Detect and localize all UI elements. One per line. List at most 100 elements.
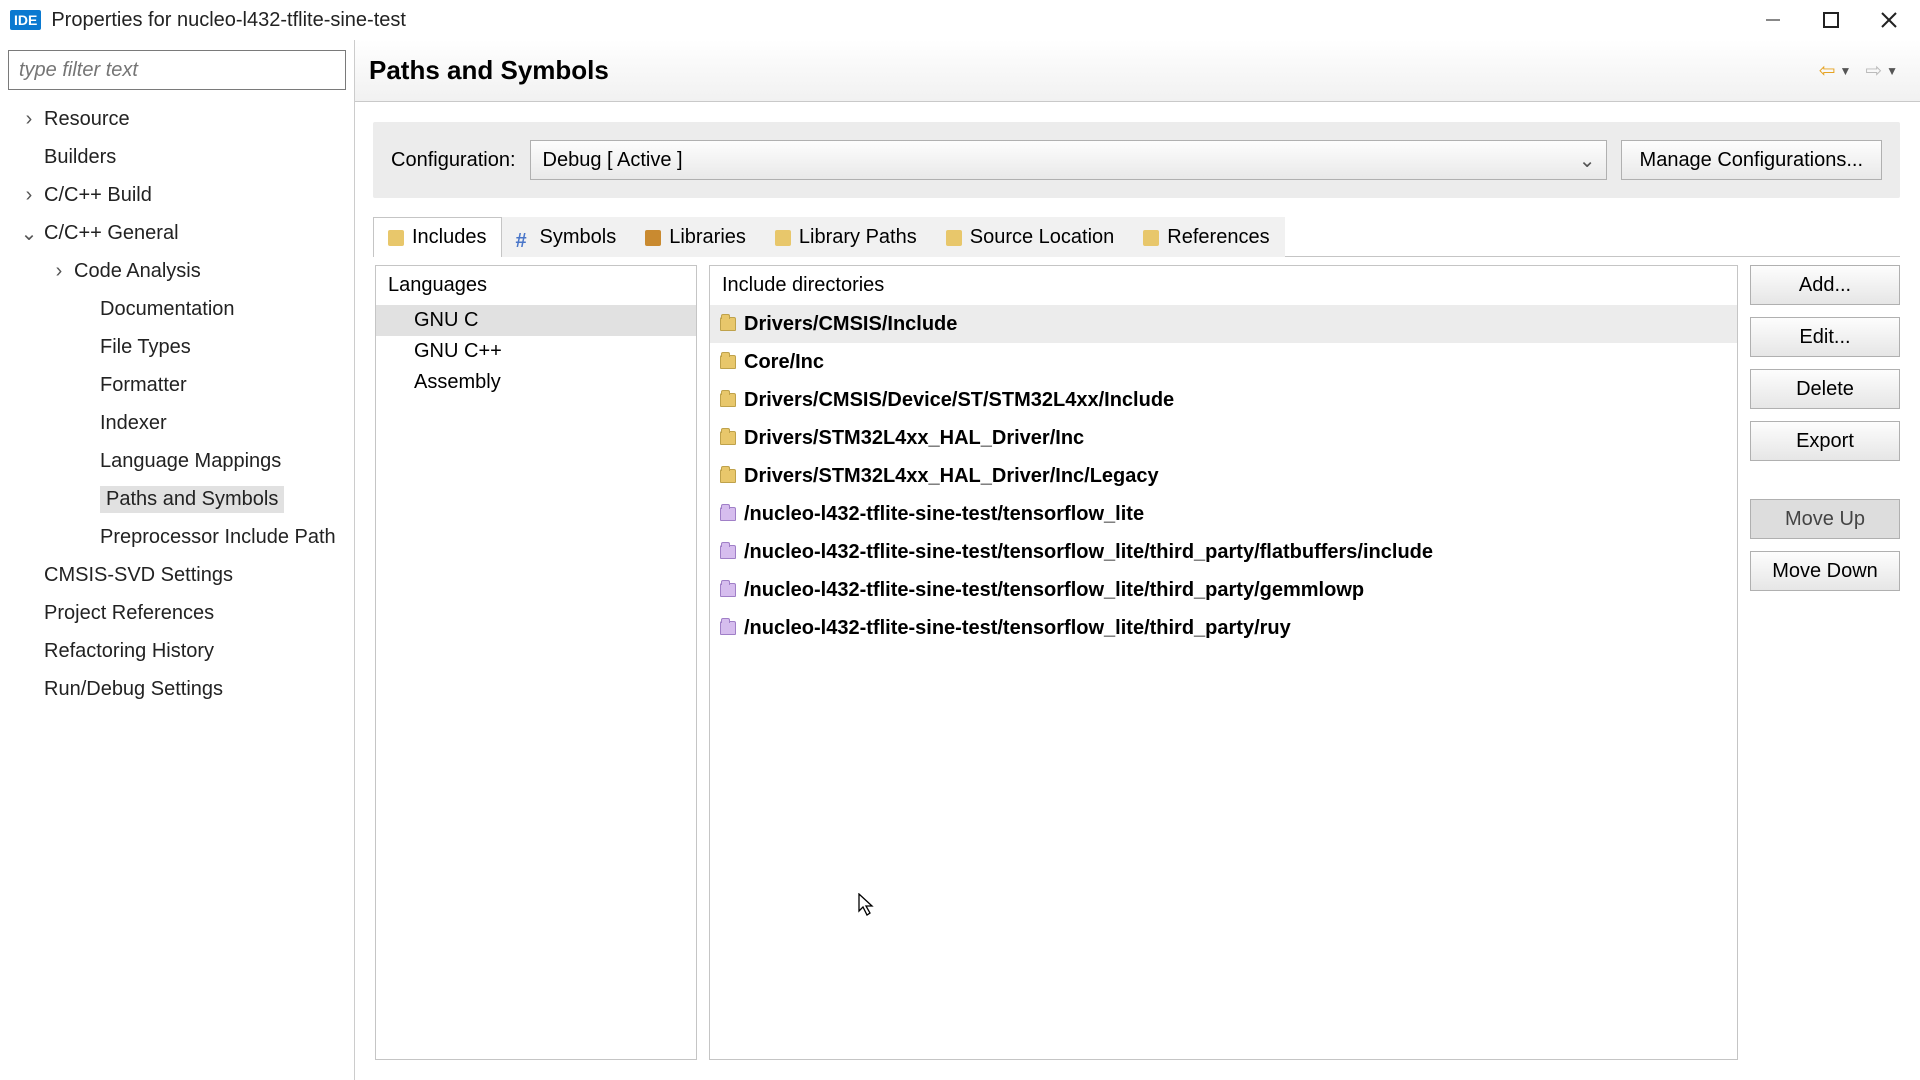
folder-icon (720, 355, 736, 369)
configuration-value: Debug [ Active ] (543, 149, 683, 172)
nav-forward-menu-icon[interactable]: ▼ (1886, 64, 1898, 78)
filter-input[interactable] (8, 50, 346, 90)
tab-label: Symbols (540, 226, 617, 249)
include-directory-item[interactable]: Drivers/CMSIS/Include (710, 305, 1737, 343)
tree-item[interactable]: File Types (8, 328, 346, 366)
manage-configurations-button[interactable]: Manage Configurations... (1621, 140, 1882, 180)
language-item[interactable]: GNU C++ (376, 336, 696, 367)
tree-item[interactable]: Project References (8, 594, 346, 632)
workspace-folder-icon (720, 545, 736, 559)
tab-icon (388, 230, 404, 246)
configuration-label: Configuration: (391, 149, 516, 172)
tree-item-label: Language Mappings (100, 450, 281, 473)
tree-item-label: C/C++ Build (44, 184, 152, 207)
tab-icon (645, 230, 661, 246)
folder-icon (720, 431, 736, 445)
maximize-icon[interactable] (1820, 9, 1842, 31)
action-buttons: Add... Edit... Delete Export Move Up Mov… (1750, 265, 1900, 1060)
minimize-icon[interactable] (1762, 9, 1784, 31)
include-directory-label: Core/Inc (744, 351, 824, 374)
tree-item-label: Paths and Symbols (100, 486, 284, 513)
close-icon[interactable] (1878, 9, 1900, 31)
include-directory-label: /nucleo-l432-tflite-sine-test/tensorflow… (744, 503, 1144, 526)
tab-includes[interactable]: Includes (373, 217, 502, 257)
languages-list[interactable]: GNU CGNU C++Assembly (376, 305, 696, 398)
move-down-button[interactable]: Move Down (1750, 551, 1900, 591)
languages-panel: Languages GNU CGNU C++Assembly (375, 265, 697, 1060)
language-item[interactable]: GNU C (376, 305, 696, 336)
configuration-select[interactable]: Debug [ Active ] ⌄ (530, 140, 1607, 180)
tree-item[interactable]: Preprocessor Include Path (8, 518, 346, 556)
tree-item-label: CMSIS-SVD Settings (44, 564, 233, 587)
tree-item[interactable]: Documentation (8, 290, 346, 328)
tree-item[interactable]: Language Mappings (8, 442, 346, 480)
tab-references[interactable]: References (1128, 217, 1284, 257)
nav-forward-icon[interactable]: ⇨ (1865, 58, 1882, 83)
tree-item[interactable]: ⌄C/C++ General (8, 214, 346, 252)
ide-badge-icon: IDE (10, 10, 41, 30)
include-directory-label: /nucleo-l432-tflite-sine-test/tensorflow… (744, 617, 1291, 640)
tree-item[interactable]: Indexer (8, 404, 346, 442)
tab-libraries[interactable]: Libraries (630, 217, 761, 257)
tab-symbols[interactable]: # Symbols (501, 217, 632, 257)
include-directory-item[interactable]: Core/Inc (710, 343, 1737, 381)
tree-item[interactable]: Builders (8, 138, 346, 176)
include-directories-list[interactable]: Drivers/CMSIS/Include Core/Inc Drivers/CMS… (710, 305, 1737, 647)
tab-icon (946, 230, 962, 246)
include-directory-item[interactable]: Drivers/STM32L4xx_HAL_Driver/Inc/Legacy (710, 457, 1737, 495)
folder-icon (720, 393, 736, 407)
tree-item-label: Documentation (100, 298, 235, 321)
add-button[interactable]: Add... (1750, 265, 1900, 305)
chevron-right-icon: › (50, 260, 68, 283)
include-directories-header: Include directories (710, 266, 1737, 305)
include-directory-item[interactable]: Drivers/STM32L4xx_HAL_Driver/Inc (710, 419, 1737, 457)
category-tree[interactable]: › Resource Builders › C/C++ Build ⌄C/C++ Gene… (8, 100, 346, 708)
tab-label: Libraries (669, 226, 746, 249)
tree-item[interactable]: ›Code Analysis (8, 252, 346, 290)
tree-item[interactable]: › Resource (8, 100, 346, 138)
edit-button[interactable]: Edit... (1750, 317, 1900, 357)
include-directory-item[interactable]: /nucleo-l432-tflite-sine-test/tensorflow… (710, 571, 1737, 609)
tab-source-location[interactable]: Source Location (931, 217, 1130, 257)
workspace-folder-icon (720, 621, 736, 635)
language-item[interactable]: Assembly (376, 367, 696, 398)
content-header: Paths and Symbols ⇦ ▼ ⇨ ▼ (355, 40, 1920, 102)
tabs: Includes # Symbols Libraries Library Paths So… (373, 216, 1900, 257)
tree-item-label: File Types (100, 336, 191, 359)
workspace-folder-icon (720, 507, 736, 521)
tree-item-label: Run/Debug Settings (44, 678, 223, 701)
chevron-right-icon: › (20, 108, 38, 131)
nav-back-menu-icon[interactable]: ▼ (1839, 64, 1851, 78)
include-directory-item[interactable]: /nucleo-l432-tflite-sine-test/tensorflow… (710, 533, 1737, 571)
folder-icon (720, 317, 736, 331)
chevron-right-icon: › (20, 184, 38, 207)
languages-header: Languages (376, 266, 696, 305)
titlebar: IDE Properties for nucleo-l432-tflite-si… (0, 0, 1920, 40)
tree-item[interactable]: CMSIS-SVD Settings (8, 556, 346, 594)
include-directory-item[interactable]: /nucleo-l432-tflite-sine-test/tensorflow… (710, 609, 1737, 647)
tree-item[interactable]: › C/C++ Build (8, 176, 346, 214)
configuration-bar: Configuration: Debug [ Active ] ⌄ Manage… (373, 122, 1900, 198)
sidebar: › Resource Builders › C/C++ Build ⌄C/C++ Gene… (0, 40, 355, 1080)
tree-item-label: Resource (44, 108, 130, 131)
tree-item[interactable]: Formatter (8, 366, 346, 404)
include-directory-item[interactable]: /nucleo-l432-tflite-sine-test/tensorflow… (710, 495, 1737, 533)
tab-library-paths[interactable]: Library Paths (760, 217, 932, 257)
delete-button[interactable]: Delete (1750, 369, 1900, 409)
tree-item-label: Indexer (100, 412, 167, 435)
tree-item[interactable]: Run/Debug Settings (8, 670, 346, 708)
move-up-button[interactable]: Move Up (1750, 499, 1900, 539)
chevron-down-icon: ⌄ (20, 221, 38, 246)
tab-icon: # (516, 230, 532, 246)
nav-back-icon[interactable]: ⇦ (1819, 58, 1836, 83)
tab-icon (1143, 230, 1159, 246)
tab-label: Source Location (970, 226, 1115, 249)
include-directory-item[interactable]: Drivers/CMSIS/Device/ST/STM32L4xx/Includ… (710, 381, 1737, 419)
include-directory-label: Drivers/CMSIS/Device/ST/STM32L4xx/Includ… (744, 389, 1174, 412)
tree-item[interactable]: Paths and Symbols (8, 480, 346, 518)
include-directory-label: /nucleo-l432-tflite-sine-test/tensorflow… (744, 541, 1433, 564)
tree-item-label: Preprocessor Include Path (100, 526, 336, 549)
include-directories-panel: Include directories Drivers/CMSIS/Includ… (709, 265, 1738, 1060)
tree-item[interactable]: Refactoring History (8, 632, 346, 670)
export-button[interactable]: Export (1750, 421, 1900, 461)
